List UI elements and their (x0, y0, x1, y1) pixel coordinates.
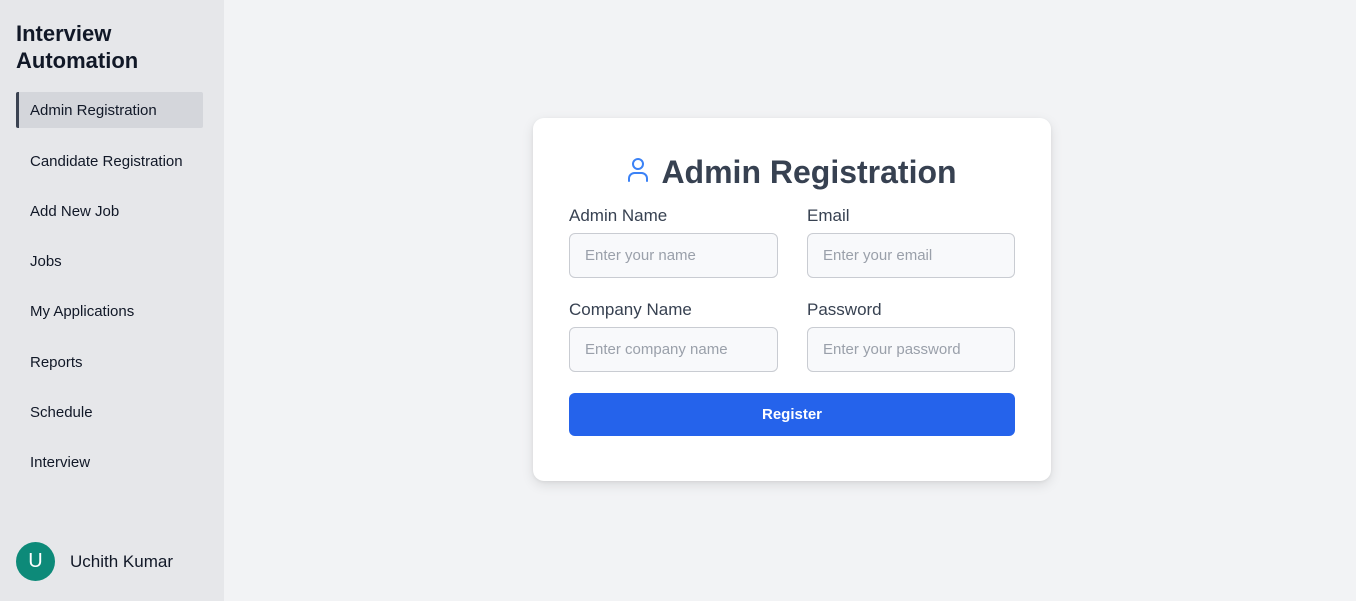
sidebar-item-jobs[interactable]: Jobs (16, 244, 203, 280)
sidebar: Interview Automation Admin Registration … (0, 0, 224, 601)
user-icon (627, 157, 661, 188)
main-content: Admin Registration Admin Name Email Comp… (224, 0, 1356, 601)
app-title: Interview Automation (16, 21, 139, 73)
sidebar-item-my-applications[interactable]: My Applications (16, 294, 203, 330)
email-group: Email (807, 206, 1015, 278)
password-input[interactable] (807, 327, 1015, 372)
sidebar-item-schedule[interactable]: Schedule (16, 394, 203, 430)
admin-name-group: Admin Name (569, 206, 778, 278)
sidebar-item-candidate-registration[interactable]: Candidate Registration (16, 143, 203, 179)
user-profile[interactable]: U Uchith Kumar (16, 542, 173, 581)
admin-name-label: Admin Name (569, 206, 668, 225)
password-group: Password (807, 300, 1015, 372)
sidebar-nav: Admin Registration Candidate Registratio… (16, 92, 208, 481)
register-button[interactable]: Register (569, 393, 1015, 436)
company-name-group: Company Name (569, 300, 778, 372)
email-input[interactable] (807, 233, 1015, 278)
user-name: Uchith Kumar (70, 551, 173, 571)
sidebar-item-admin-registration[interactable]: Admin Registration (16, 92, 203, 128)
company-name-label: Company Name (569, 300, 692, 319)
registration-card: Admin Registration Admin Name Email Comp… (533, 118, 1051, 481)
company-name-input[interactable] (569, 327, 778, 372)
email-label: Email (807, 206, 850, 225)
card-header: Admin Registration (569, 153, 1015, 191)
app-root: Interview Automation Admin Registration … (0, 0, 1356, 601)
avatar[interactable]: U (16, 542, 55, 581)
sidebar-item-reports[interactable]: Reports (16, 344, 203, 380)
form-title: Admin Registration (661, 153, 957, 190)
password-label: Password (807, 300, 882, 319)
sidebar-item-interview[interactable]: Interview (16, 445, 203, 481)
sidebar-item-add-new-job[interactable]: Add New Job (16, 193, 203, 229)
admin-name-input[interactable] (569, 233, 778, 278)
form-grid: Admin Name Email Company Name Password (569, 206, 1015, 393)
